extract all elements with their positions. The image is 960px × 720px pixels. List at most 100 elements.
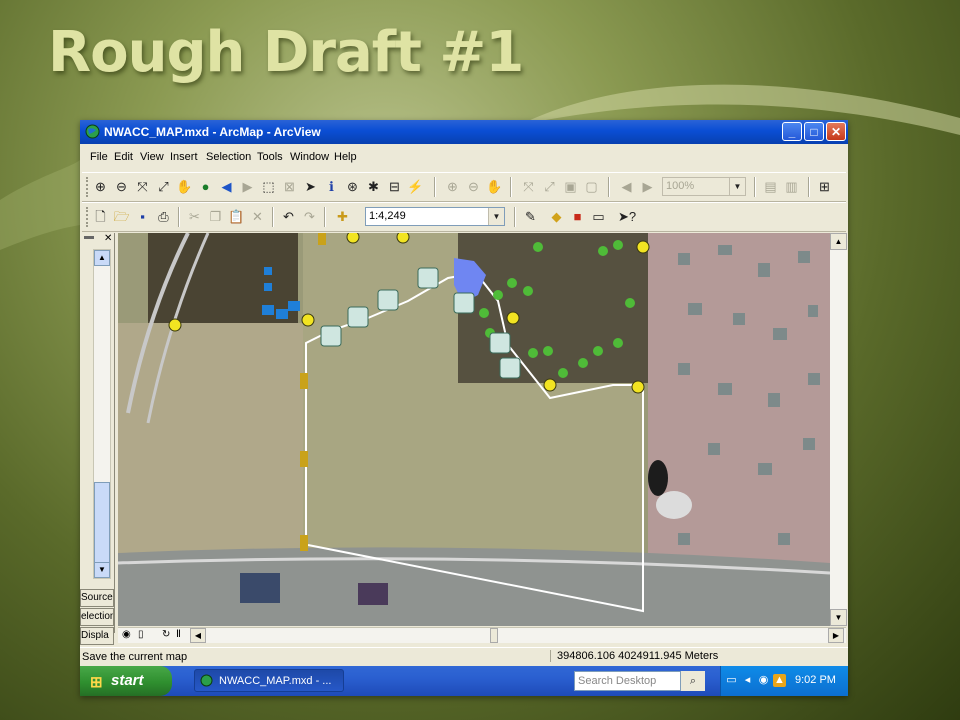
- whats-this-help-icon[interactable]: ➤?: [618, 208, 636, 225]
- layout-zoom-in-icon[interactable]: ⊕: [444, 178, 461, 195]
- toolbar-separator: [178, 207, 180, 227]
- tab-display[interactable]: Displa: [80, 627, 114, 645]
- fixed-zoom-out-icon[interactable]: ⤢: [155, 178, 172, 195]
- identify-info-icon[interactable]: ℹ: [323, 178, 340, 195]
- back-arrow-icon[interactable]: ◀: [218, 178, 235, 195]
- paste-icon[interactable]: 📋: [228, 208, 245, 225]
- focus-data-frame-icon[interactable]: ▥: [783, 178, 800, 195]
- menu-file[interactable]: File: [90, 151, 108, 163]
- add-data-icon[interactable]: ✚: [334, 208, 351, 225]
- layout-fixed-zoom-out-icon[interactable]: ⤢: [541, 178, 558, 195]
- maximize-button[interactable]: □: [804, 122, 824, 141]
- layout-zoom-out-icon[interactable]: ⊖: [465, 178, 482, 195]
- scroll-left-icon[interactable]: ◀: [190, 628, 206, 643]
- toc-scrollbar[interactable]: ▲ ▼: [93, 249, 111, 579]
- taskbar-arcmap-button[interactable]: NWACC_MAP.mxd - ...: [194, 669, 344, 692]
- menu-insert[interactable]: Insert: [170, 151, 198, 163]
- print-icon[interactable]: ⎙: [155, 208, 172, 225]
- system-tray: ▭ ◂ ◉ ▲ 9:02 PM: [720, 666, 848, 696]
- cut-scissors-icon[interactable]: ✂: [186, 208, 203, 225]
- map-horizontal-scrollbar[interactable]: ◉ ▯ ↻ Ⅱ ◀ ▶: [118, 627, 846, 643]
- close-button[interactable]: ✕: [826, 122, 846, 141]
- undo-icon[interactable]: ↶: [280, 208, 297, 225]
- scroll-up-icon[interactable]: ▲: [94, 250, 110, 266]
- chevron-down-icon[interactable]: ▼: [488, 208, 504, 225]
- menu-help[interactable]: Help: [334, 151, 357, 163]
- arctoolbox-icon[interactable]: ■: [569, 208, 586, 225]
- arccatalog-icon[interactable]: ◆: [548, 208, 565, 225]
- editor-toolbar-icon[interactable]: ✎: [522, 208, 539, 225]
- network-icon[interactable]: ◂: [741, 674, 754, 687]
- back-tray-icon[interactable]: ◉: [757, 674, 770, 687]
- copy-icon[interactable]: ❐: [207, 208, 224, 225]
- save-disk-icon[interactable]: ▪: [134, 208, 151, 225]
- toolbar-separator: [808, 177, 810, 197]
- menu-tools[interactable]: Tools: [257, 151, 283, 163]
- minimize-button[interactable]: _: [782, 122, 802, 141]
- menu-selection[interactable]: Selection: [206, 151, 251, 163]
- zoom-percent-combo[interactable]: 100% ▼: [662, 177, 746, 196]
- menu-window[interactable]: Window: [290, 151, 329, 163]
- menu-edit[interactable]: Edit: [114, 151, 133, 163]
- forward-arrow-icon[interactable]: ▶: [239, 178, 256, 195]
- command-line-icon[interactable]: ▭: [590, 208, 607, 225]
- map-vertical-scrollbar[interactable]: ▲ ▼: [830, 233, 847, 626]
- select-features-icon[interactable]: ⬚: [260, 178, 277, 195]
- h-scroll-thumb[interactable]: [490, 628, 498, 643]
- toolbar-grip[interactable]: [86, 177, 91, 197]
- full-extent-globe-icon[interactable]: ●: [197, 178, 214, 195]
- refresh-icon[interactable]: ↻: [162, 629, 170, 640]
- scroll-down-icon[interactable]: ▼: [94, 562, 110, 578]
- toggle-draft-mode-icon[interactable]: ▤: [762, 178, 779, 195]
- layout-back-icon[interactable]: ◀: [618, 178, 635, 195]
- pan-hand-icon[interactable]: ✋: [176, 178, 193, 195]
- zoom-in-icon[interactable]: ⊕: [92, 178, 109, 195]
- zoom-out-icon[interactable]: ⊖: [113, 178, 130, 195]
- chevron-down-icon[interactable]: ▼: [729, 178, 745, 195]
- redo-icon[interactable]: ↷: [301, 208, 318, 225]
- start-button[interactable]: ⊞ start: [80, 666, 172, 696]
- start-label: start: [111, 672, 144, 689]
- arcmap-window: NWACC_MAP.mxd - ArcMap - ArcView _ □ ✕ F…: [80, 120, 848, 696]
- hyperlink-bolt-icon[interactable]: ⚡: [407, 178, 424, 195]
- fixed-zoom-in-icon[interactable]: ⤧: [134, 178, 151, 195]
- tools-toolbar: ⊕ ⊖ ⤧ ⤢ ✋ ● ◀ ▶ ⬚ ⊠ ➤ ℹ ⊛ ✱ ⊟ ⚡ ⊕ ⊖ ✋ ⤧ …: [82, 172, 846, 202]
- go-to-xy-icon[interactable]: ✱: [365, 178, 382, 195]
- toc-grip[interactable]: ▬: [84, 231, 94, 242]
- tab-source[interactable]: Source: [80, 589, 114, 607]
- field-area: [118, 323, 303, 553]
- toc-scroll-thumb[interactable]: [94, 482, 110, 564]
- search-icon[interactable]: ⌕: [680, 671, 705, 691]
- measure-icon[interactable]: ⊟: [386, 178, 403, 195]
- change-layout-icon[interactable]: ⊞: [816, 178, 833, 195]
- layout-view-page-icon[interactable]: ▯: [138, 629, 144, 640]
- data-view-globe-icon[interactable]: ◉: [122, 629, 131, 640]
- layout-forward-icon[interactable]: ▶: [639, 178, 656, 195]
- zoom-percent-value: 100%: [666, 180, 695, 192]
- delete-x-icon[interactable]: ✕: [249, 208, 266, 225]
- scroll-right-icon[interactable]: ▶: [828, 628, 844, 643]
- select-elements-arrow-icon[interactable]: ➤: [302, 178, 319, 195]
- scroll-up-icon[interactable]: ▲: [830, 233, 847, 250]
- map-canvas[interactable]: [118, 233, 830, 626]
- tab-selection[interactable]: election: [80, 608, 114, 626]
- zoom-whole-page-icon[interactable]: ▣: [562, 178, 579, 195]
- new-document-icon[interactable]: 🗋: [92, 208, 109, 225]
- find-binoculars-icon[interactable]: ⊛: [344, 178, 361, 195]
- menu-view[interactable]: View: [140, 151, 164, 163]
- arcmap-globe-icon: [85, 124, 100, 139]
- toolbar-grip[interactable]: [86, 207, 91, 227]
- scroll-down-icon[interactable]: ▼: [830, 609, 847, 626]
- slide-title: Rough Draft #1: [48, 20, 524, 85]
- zoom-100-percent-icon[interactable]: ▢: [583, 178, 600, 195]
- layout-pan-icon[interactable]: ✋: [486, 178, 503, 195]
- layout-fixed-zoom-in-icon[interactable]: ⤧: [520, 178, 537, 195]
- clear-selection-icon[interactable]: ⊠: [281, 178, 298, 195]
- toc-close-icon[interactable]: ✕: [104, 233, 112, 244]
- show-desktop-icon[interactable]: ▭: [725, 674, 738, 687]
- window-titlebar[interactable]: NWACC_MAP.mxd - ArcMap - ArcView _ □ ✕: [80, 120, 848, 144]
- map-scale-combo[interactable]: 1:4,249 ▼: [365, 207, 505, 226]
- open-folder-icon[interactable]: 🗁: [113, 208, 130, 225]
- update-icon[interactable]: ▲: [773, 674, 786, 687]
- pause-drawing-icon[interactable]: Ⅱ: [176, 629, 181, 640]
